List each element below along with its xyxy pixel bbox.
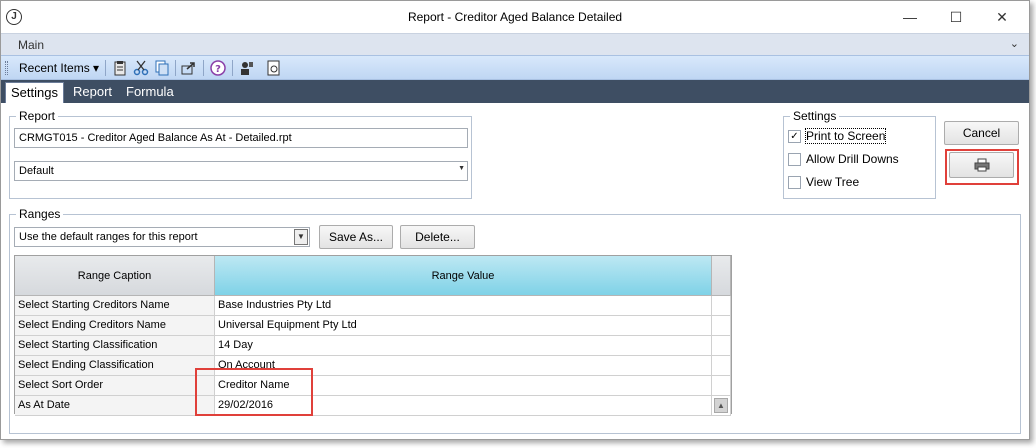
ranges-group-legend: Ranges [16, 207, 64, 221]
toolbar-separator [105, 60, 106, 76]
report-window: J Report - Creditor Aged Balance Detaile… [0, 0, 1030, 440]
row-extra-cell [712, 316, 731, 336]
unchecked-box-icon [788, 175, 801, 189]
range-caption-cell: As At Date [15, 396, 215, 416]
range-caption-cell: Select Starting Creditors Name [15, 296, 215, 316]
unchecked-box-icon [788, 152, 801, 166]
print-to-screen-label: Print to Screen [804, 128, 887, 144]
tab-report[interactable]: Report [68, 82, 117, 103]
maximize-icon: ☐ [949, 8, 963, 25]
save-as-button[interactable]: Save As... [319, 225, 393, 249]
close-icon: ✕ [996, 8, 1008, 25]
minimize-icon: — [903, 9, 917, 25]
chevron-down-icon: ▼ [458, 165, 465, 172]
maximize-button[interactable]: ☐ [933, 1, 979, 33]
table-row[interactable]: Select Ending Classification On Account [15, 356, 731, 376]
table-row[interactable]: Select Starting Classification 14 Day [15, 336, 731, 356]
tab-formula[interactable]: Formula [121, 82, 179, 103]
table-row[interactable]: Select Ending Creditors Name Universal E… [15, 316, 731, 336]
print-button-highlight [945, 149, 1019, 185]
settings-group: Settings ✓ Print to Screen Allow Drill D… [783, 109, 936, 199]
column-header-extra [712, 256, 731, 296]
report-layout-value: Default [19, 165, 54, 177]
report-group-legend: Report [16, 109, 59, 123]
svg-text:?: ? [215, 64, 221, 75]
ranges-preset-select[interactable]: Use the default ranges for this report ▼ [14, 227, 310, 247]
range-caption-cell: Select Starting Classification [15, 336, 215, 356]
ribbon-main-strip: Main ⌄ [1, 33, 1029, 55]
report-file-field[interactable]: CRMGT015 - Creditor Aged Balance As At -… [14, 128, 468, 148]
export-icon[interactable] [180, 59, 198, 77]
date-spin-cell[interactable]: ▲ [712, 396, 731, 416]
row-extra-cell [712, 356, 731, 376]
print-to-screen-checkbox[interactable]: ✓ Print to Screen [788, 128, 887, 144]
help-icon[interactable]: ? [209, 59, 227, 77]
quick-toolbar: Recent Items ▾ ? [1, 55, 1029, 80]
toolbar-grip[interactable] [5, 61, 8, 75]
toolbar-separator [175, 60, 176, 76]
cancel-button[interactable]: Cancel [944, 121, 1019, 145]
spin-up-icon[interactable]: ▲ [714, 398, 728, 413]
report-preview-icon[interactable] [265, 59, 283, 77]
chevron-down-icon: ▼ [294, 229, 308, 245]
title-bar: J Report - Creditor Aged Balance Detaile… [1, 1, 1029, 33]
column-header-range-value[interactable]: Range Value [215, 256, 712, 296]
allow-drill-downs-checkbox[interactable]: Allow Drill Downs [788, 151, 899, 167]
column-header-range-caption[interactable]: Range Caption [15, 256, 215, 296]
view-tree-label: View Tree [806, 175, 860, 189]
range-value-cell[interactable]: Universal Equipment Pty Ltd [215, 316, 712, 336]
close-button[interactable]: ✕ [979, 1, 1025, 33]
row-extra-cell [712, 336, 731, 356]
grid-header: Range Caption Range Value [15, 256, 731, 296]
delete-button[interactable]: Delete... [400, 225, 475, 249]
settings-group-legend: Settings [790, 109, 840, 123]
range-values-highlight [195, 368, 313, 416]
checkmark-icon: ✓ [788, 129, 801, 143]
toolbar-separator [203, 60, 204, 76]
ranges-grid: Range Caption Range Value Select Startin… [14, 255, 732, 416]
chevron-down-icon[interactable]: ⌄ [1010, 37, 1019, 50]
ranges-preset-value: Use the default ranges for this report [19, 231, 198, 243]
cut-icon[interactable] [132, 59, 150, 77]
window-title: Report - Creditor Aged Balance Detailed [407, 10, 623, 24]
table-row[interactable]: As At Date 29/02/2016 ▲ [15, 396, 731, 416]
row-extra-cell [712, 296, 731, 316]
range-value-cell[interactable]: Base Industries Pty Ltd [215, 296, 712, 316]
ribbon-main-tab[interactable]: Main [18, 38, 44, 52]
range-caption-cell: Select Sort Order [15, 376, 215, 396]
recent-items-dropdown[interactable]: Recent Items ▾ [13, 59, 105, 77]
range-caption-cell: Select Ending Classification [15, 356, 215, 376]
report-layout-select[interactable]: Default ▼ [14, 161, 468, 181]
tab-bar: Settings Report Formula [1, 80, 1029, 103]
paste-icon[interactable] [111, 59, 129, 77]
row-extra-cell [712, 376, 731, 396]
range-caption-cell: Select Ending Creditors Name [15, 316, 215, 336]
allow-drill-downs-label: Allow Drill Downs [806, 152, 899, 166]
view-tree-checkbox[interactable]: View Tree [788, 174, 859, 190]
tab-settings[interactable]: Settings [5, 82, 64, 103]
range-value-cell[interactable]: 14 Day [215, 336, 712, 356]
report-group: Report CRMGT015 - Creditor Aged Balance … [9, 109, 472, 199]
table-row[interactable]: Select Starting Creditors Name Base Indu… [15, 296, 731, 316]
minimize-button[interactable]: — [887, 1, 933, 33]
table-row[interactable]: Select Sort Order Creditor Name [15, 376, 731, 396]
user-lock-icon[interactable] [238, 59, 256, 77]
copy-icon[interactable] [153, 59, 171, 77]
toolbar-separator [232, 60, 233, 76]
